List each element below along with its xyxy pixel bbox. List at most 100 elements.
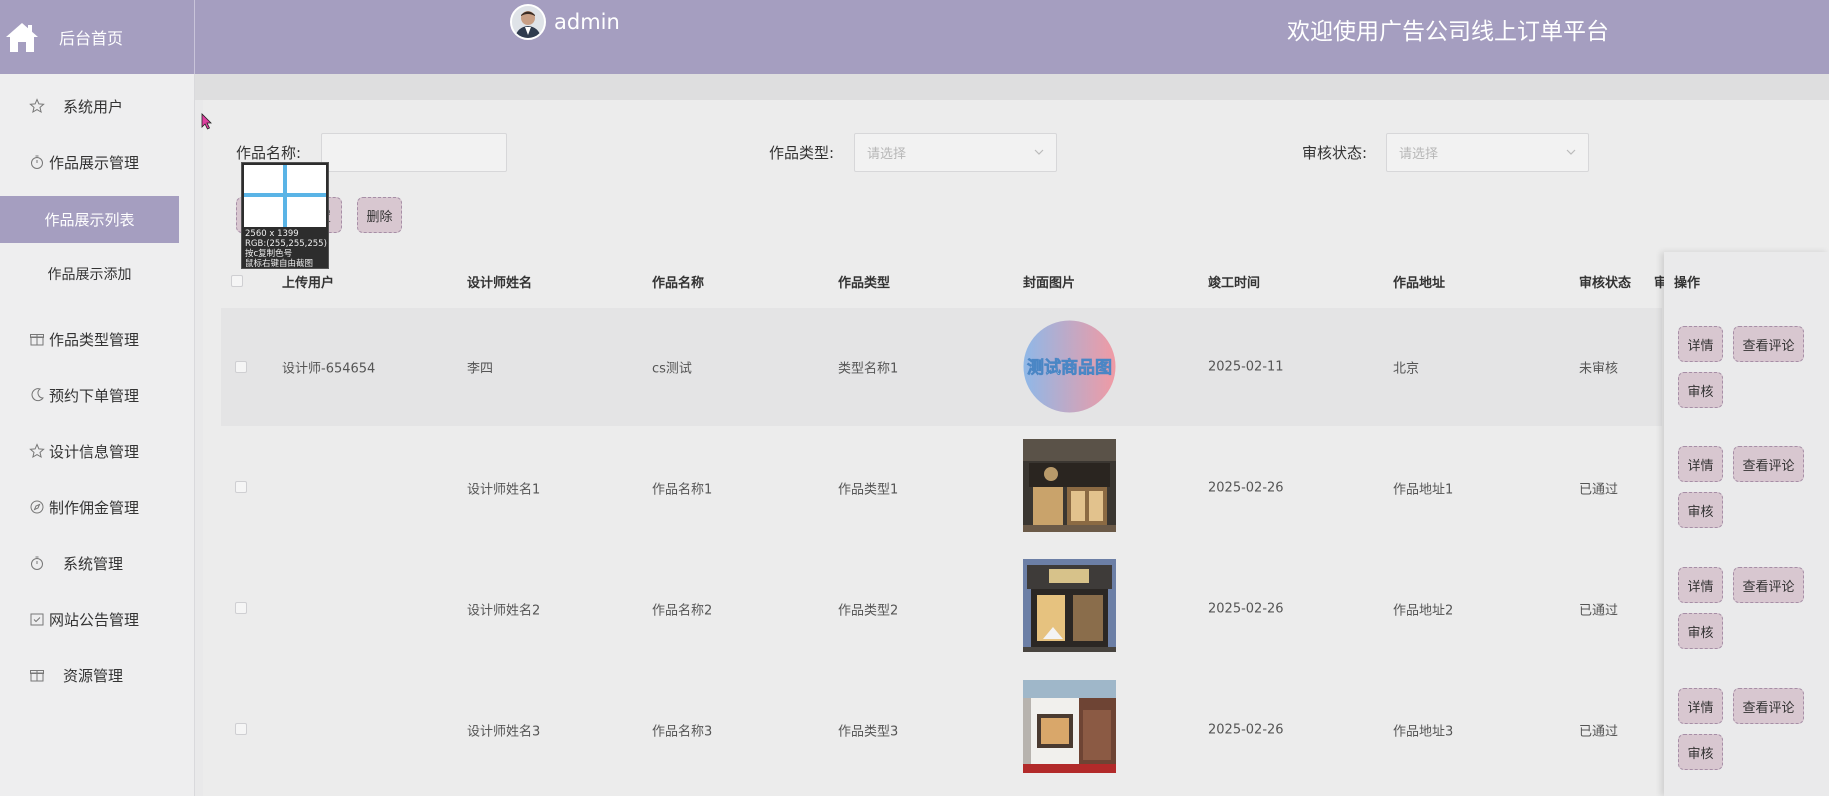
detail-button[interactable]: 详情	[1678, 326, 1723, 362]
user-profile[interactable]: admin	[510, 4, 620, 40]
col-date: 竣工时间	[1208, 276, 1261, 291]
sidebar-item-announcements[interactable]: 网站公告管理	[0, 597, 179, 641]
sidebar-item-resources[interactable]: 资源管理	[0, 653, 179, 697]
cover-image[interactable]	[1023, 439, 1116, 532]
sidebar-item-label: 系统用户	[63, 97, 124, 116]
picker-hint-copy: 按c复制色号	[245, 249, 293, 259]
cell-status: 已通过	[1579, 724, 1619, 739]
picker-size: 2560 x 1399	[245, 229, 299, 239]
cover-image[interactable]: 测试商品图	[1023, 320, 1116, 413]
table-row: 设计师-654654 李四 cs测试 类型名称1 测试商品图 2025-02-1…	[221, 308, 1662, 426]
sidebar-item-label: 制作佣金管理	[49, 498, 140, 517]
sidebar-item-works-list[interactable]: 作品展示列表	[0, 196, 179, 243]
review-button-label: 审核	[1687, 625, 1714, 641]
content-top-strip	[195, 74, 1829, 100]
sidebar-item-design-info[interactable]: 设计信息管理	[0, 429, 179, 473]
picker-rgb: RGB:(255,255,255)	[245, 239, 327, 249]
row-checkbox[interactable]	[235, 723, 247, 735]
status-filter-placeholder: 请选择	[1399, 147, 1439, 162]
type-filter-label: 作品类型:	[769, 144, 835, 162]
status-filter-select[interactable]: 请选择	[1386, 133, 1589, 172]
cover-image-text: 测试商品图	[1027, 357, 1112, 378]
home-icon	[6, 23, 38, 52]
cell-address: 北京	[1393, 361, 1420, 377]
view-comments-label: 查看评论	[1742, 700, 1795, 716]
delete-button[interactable]: 删除	[357, 197, 402, 233]
sidebar-item-works-display[interactable]: 作品展示管理	[0, 140, 179, 184]
name-filter-label: 作品名称:	[236, 144, 302, 162]
review-button[interactable]: 审核	[1678, 613, 1723, 649]
col-status: 审核状态	[1579, 276, 1632, 291]
view-comments-label: 查看评论	[1742, 579, 1795, 595]
timer-icon	[31, 556, 43, 570]
home-label: 后台首页	[59, 29, 124, 48]
detail-button-label: 详情	[1687, 458, 1714, 474]
sidebar-item-label: 作品类型管理	[49, 330, 140, 349]
cover-image[interactable]	[1023, 680, 1116, 773]
row-checkbox[interactable]	[235, 602, 247, 614]
row-checkbox[interactable]	[235, 361, 247, 373]
select-all-checkbox[interactable]	[231, 275, 243, 287]
picker-preview	[244, 165, 326, 227]
sidebar-item-booking-mgmt[interactable]: 预约下单管理	[0, 373, 179, 417]
col-cover: 封面图片	[1023, 276, 1076, 291]
home-link[interactable]: 后台首页	[0, 0, 195, 74]
name-filter-input[interactable]	[321, 133, 507, 172]
chevron-down-icon	[1034, 149, 1044, 155]
detail-button-label: 详情	[1687, 338, 1714, 354]
type-filter-select[interactable]: 请选择	[854, 133, 1057, 172]
cell-status: 已通过	[1579, 603, 1619, 618]
review-button[interactable]: 审核	[1678, 734, 1723, 770]
sidebar-item-system-users[interactable]: 系统用户	[0, 84, 179, 128]
cell-type: 类型名称1	[838, 361, 899, 377]
row-checkbox[interactable]	[235, 481, 247, 493]
view-comments-button[interactable]: 查看评论	[1733, 326, 1804, 362]
cell-uploader: 设计师-654654	[282, 361, 376, 377]
gift-icon	[30, 670, 44, 682]
sidebar-item-label: 预约下单管理	[49, 386, 140, 405]
col-designer: 设计师姓名	[467, 276, 533, 291]
cell-designer: 设计师姓名3	[467, 724, 541, 739]
gift-icon	[30, 334, 44, 346]
sidebar-item-type-mgmt[interactable]: 作品类型管理	[0, 317, 179, 361]
col-address: 作品地址	[1393, 276, 1446, 291]
view-comments-button[interactable]: 查看评论	[1733, 446, 1804, 482]
table-row: 设计师姓名1 作品名称1 作品类型1 2025-02-26 作品地址1 已通过	[221, 427, 1662, 548]
detail-button-label: 详情	[1687, 579, 1714, 595]
cell-designer: 设计师姓名1	[467, 482, 541, 497]
compass-icon	[30, 500, 44, 514]
top-header: 后台首页 admin 欢迎使用广告公司线上订单平台	[0, 0, 1829, 74]
calendar-check-icon	[30, 613, 44, 626]
detail-button[interactable]: 详情	[1678, 567, 1723, 603]
detail-button-label: 详情	[1687, 700, 1714, 716]
review-button[interactable]: 审核	[1678, 372, 1723, 408]
sidebar-item-label: 作品展示列表	[44, 211, 135, 229]
review-button[interactable]: 审核	[1678, 492, 1723, 528]
timer-icon	[31, 155, 43, 169]
color-picker-overlay: 2560 x 1399 RGB:(255,255,255) 按c复制色号 鼠标右…	[241, 162, 329, 269]
cell-name: 作品名称2	[652, 603, 713, 618]
cell-designer: 李四	[467, 361, 494, 377]
star-icon	[29, 98, 45, 114]
cell-address: 作品地址1	[1393, 482, 1454, 497]
review-button-label: 审核	[1687, 384, 1714, 400]
table-header: 上传用户 设计师姓名 作品名称 作品类型 封面图片 竣工时间 作品地址 审核状态…	[221, 262, 1667, 298]
cell-name: 作品名称1	[652, 482, 713, 497]
chevron-down-icon	[1566, 149, 1576, 155]
view-comments-button[interactable]: 查看评论	[1733, 567, 1804, 603]
col-uploader: 上传用户	[282, 276, 335, 291]
sidebar-item-label: 设计信息管理	[49, 442, 140, 461]
sidebar-item-label: 作品展示添加	[47, 267, 132, 283]
cover-image[interactable]	[1023, 559, 1116, 652]
sidebar-item-system-mgmt[interactable]: 系统管理	[0, 541, 179, 585]
view-comments-button[interactable]: 查看评论	[1733, 688, 1804, 724]
sidebar-item-commission[interactable]: 制作佣金管理	[0, 485, 179, 529]
review-button-label: 审核	[1687, 504, 1714, 520]
cell-address: 作品地址2	[1393, 603, 1454, 618]
cell-status: 已通过	[1579, 482, 1619, 497]
welcome-title: 欢迎使用广告公司线上订单平台	[1287, 19, 1609, 45]
sidebar-item-works-add[interactable]: 作品展示添加	[0, 252, 179, 296]
detail-button[interactable]: 详情	[1678, 446, 1723, 482]
detail-button[interactable]: 详情	[1678, 688, 1723, 724]
col-type: 作品类型	[838, 276, 891, 291]
